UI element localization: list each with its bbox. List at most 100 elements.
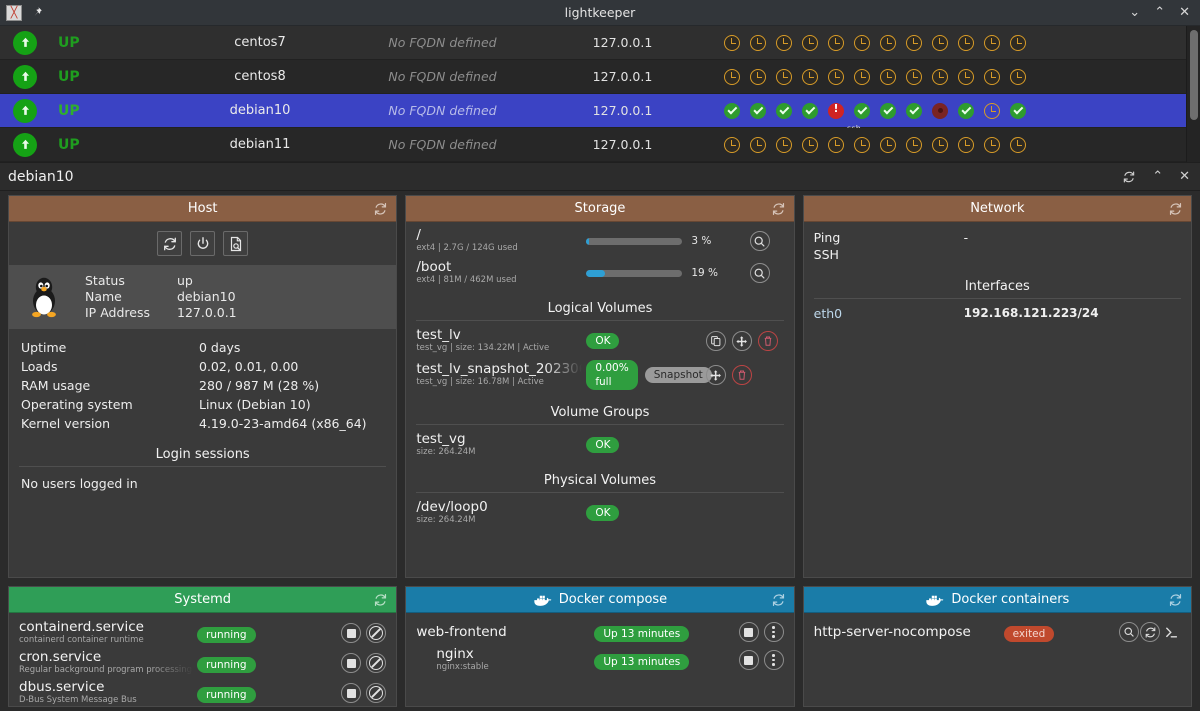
monitor-chip-pending[interactable] (750, 34, 766, 51)
monitor-chip-pending[interactable] (1010, 68, 1026, 85)
monitor-chip-pending[interactable] (802, 34, 818, 51)
disable-icon[interactable] (366, 683, 387, 703)
panel-systemd: Systemd containerd.service containerd co… (8, 586, 398, 707)
monitor-chip-pending[interactable] (828, 136, 844, 153)
monitor-chip-pending[interactable] (750, 68, 766, 85)
detail-close-button[interactable]: ✕ (1179, 170, 1190, 183)
lv-name: test_lv (416, 327, 461, 343)
window-close-button[interactable]: ✕ (1179, 6, 1190, 19)
resize-icon[interactable] (732, 331, 753, 351)
panel-host: Host Status Name IP Address up debian10 … (8, 195, 398, 578)
monitor-chip-pending[interactable] (906, 34, 922, 51)
systemd-service-row: dbus.service D-Bus System Message Bus ru… (9, 678, 396, 706)
host-row-centos7[interactable]: UP centos7 No FQDN defined 127.0.0.1 (0, 26, 1200, 60)
stop-icon[interactable] (341, 623, 362, 643)
service-status-badge: running (197, 687, 256, 703)
monitor-chip-pending[interactable] (1010, 34, 1026, 51)
monitor-chip-pending[interactable] (854, 34, 870, 51)
refresh-icon[interactable] (1168, 592, 1183, 607)
resize-icon[interactable] (706, 365, 727, 385)
power-icon[interactable] (190, 231, 216, 256)
copy-icon[interactable] (706, 331, 727, 351)
detail-collapse-button[interactable]: ⌃ (1152, 170, 1163, 183)
monitor-chip-critical[interactable] (932, 102, 948, 119)
monitor-chip-pending[interactable] (984, 136, 1000, 153)
monitor-chip-pending[interactable] (984, 34, 1000, 51)
stop-icon[interactable] (738, 650, 759, 670)
disable-icon[interactable] (366, 623, 387, 643)
monitor-chip-pending[interactable] (932, 34, 948, 51)
host-name: debian10 (229, 103, 291, 118)
monitor-chip-ok[interactable] (1010, 102, 1026, 119)
monitor-chip-ok[interactable] (776, 102, 792, 119)
monitor-chip-pending[interactable] (724, 34, 740, 51)
monitor-chip-ok[interactable] (724, 102, 740, 119)
monitor-chip-pending[interactable] (828, 34, 844, 51)
monitor-chip-error[interactable] (828, 102, 844, 119)
host-row-debian10[interactable]: UP debian10 No FQDN defined 127.0.0.1 ss… (0, 94, 1200, 133)
monitor-chip-pending[interactable] (776, 68, 792, 85)
inspect-icon[interactable] (1119, 622, 1139, 642)
monitor-chip-ok[interactable] (854, 102, 870, 119)
monitor-chip-pending[interactable] (984, 68, 1000, 85)
refresh-icon[interactable] (373, 201, 388, 216)
host-row-debian11[interactable]: UP debian11 No FQDN defined 127.0.0.1 (0, 128, 1200, 162)
monitor-chip-pending[interactable] (984, 102, 1000, 119)
monitor-chip-pending[interactable] (1010, 136, 1026, 153)
stop-icon[interactable] (341, 683, 362, 703)
search-icon[interactable] (749, 231, 770, 251)
menu-icon[interactable] (763, 650, 784, 670)
refresh-icon[interactable] (771, 201, 786, 216)
lv-snapshot-tag: Snapshot (644, 367, 712, 383)
refresh-icon[interactable] (157, 231, 183, 256)
monitor-chip-pending[interactable] (802, 68, 818, 85)
detail-refresh-icon[interactable] (1122, 170, 1136, 184)
delete-icon[interactable] (732, 365, 753, 385)
monitor-chip-pending[interactable] (854, 68, 870, 85)
monitor-chip-pending[interactable] (906, 68, 922, 85)
host-row-centos8[interactable]: UP centos8 No FQDN defined 127.0.0.1 (0, 60, 1200, 94)
monitor-chip-pending[interactable] (776, 34, 792, 51)
monitor-chip-pending[interactable] (828, 68, 844, 85)
monitor-chip-ok[interactable] (750, 102, 766, 119)
monitor-chip-pending[interactable] (880, 136, 896, 153)
lv-status-badge: 0.00% full (586, 360, 638, 390)
refresh-icon[interactable] (771, 592, 786, 607)
host-list-scrollbar[interactable] (1186, 26, 1200, 162)
filesystem-mount: /boot (416, 259, 452, 275)
pin-icon[interactable] (28, 5, 44, 21)
monitor-chip-pending[interactable] (750, 136, 766, 153)
monitor-chip-pending[interactable] (958, 34, 974, 51)
menu-icon[interactable] (763, 622, 784, 642)
refresh-icon[interactable] (373, 592, 388, 607)
monitor-chip-pending[interactable] (932, 136, 948, 153)
monitor-chip-pending[interactable] (932, 68, 948, 85)
monitor-chip-pending[interactable] (880, 68, 896, 85)
tux-linux-logo-icon (21, 275, 67, 319)
monitor-chip-pending[interactable] (906, 136, 922, 153)
monitor-chip-ok[interactable] (802, 102, 818, 119)
refresh-icon[interactable] (1168, 201, 1183, 216)
monitor-chip-pending[interactable] (958, 136, 974, 153)
monitor-chip-ok[interactable] (880, 102, 896, 119)
window-minimize-button[interactable]: ⌄ (1129, 6, 1140, 19)
monitor-chip-pending[interactable] (776, 136, 792, 153)
monitor-chip-pending[interactable] (724, 68, 740, 85)
shell-icon[interactable] (1161, 622, 1181, 642)
disable-icon[interactable] (366, 653, 387, 673)
monitor-chip-ok[interactable] (906, 102, 922, 119)
monitor-chip-ok[interactable] (958, 102, 974, 119)
monitor-chip-pending[interactable] (724, 136, 740, 153)
window-maximize-button[interactable]: ⌃ (1154, 6, 1165, 19)
host-list-scrollbar-thumb[interactable] (1190, 30, 1198, 120)
stop-icon[interactable] (738, 622, 759, 642)
monitor-chip-pending[interactable] (958, 68, 974, 85)
log-icon[interactable] (223, 231, 249, 256)
monitor-chip-pending[interactable] (802, 136, 818, 153)
restart-icon[interactable] (1140, 622, 1160, 642)
search-icon[interactable] (749, 263, 770, 283)
delete-icon[interactable] (758, 331, 779, 351)
monitor-chip-pending[interactable] (854, 136, 870, 153)
monitor-chip-pending[interactable] (880, 34, 896, 51)
stop-icon[interactable] (341, 653, 362, 673)
